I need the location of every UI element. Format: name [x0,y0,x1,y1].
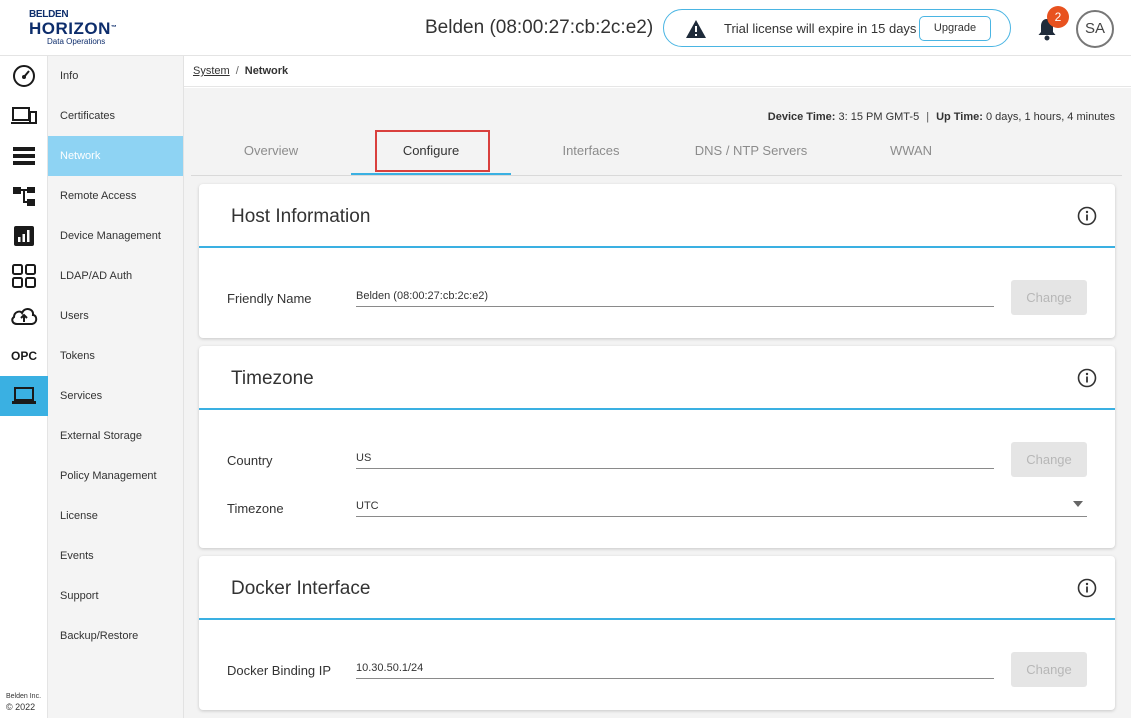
friendly-name-label: Friendly Name [227,291,312,306]
country-input[interactable]: US [356,451,994,469]
card-title: Docker Interface [231,578,371,599]
status-separator: | [926,111,930,123]
rail-devices[interactable] [0,96,48,136]
upgrade-button[interactable]: Upgrade [919,16,991,41]
breadcrumb-bar: System / Network [184,56,1131,87]
logo-product: HORIZON™ [29,20,119,37]
trial-license-banner: Trial license will expire in 15 days Upg… [663,9,1011,47]
logo-subtitle: Data Operations [47,37,106,46]
timezone-card: Timezone Country US Change Timezone UTC [199,346,1115,548]
info-icon[interactable] [1077,578,1097,598]
icon-rail: OPC Belden Inc. © 2022 [0,56,48,718]
submenu-item-external-storage[interactable]: External Storage [48,416,183,456]
card-header: Host Information [199,184,1115,248]
device-time-value: 3: 15 PM GMT-5 [838,111,920,123]
rail-system[interactable] [0,376,48,416]
submenu-item-tokens[interactable]: Tokens [48,336,183,376]
device-status-line: Device Time: 3: 15 PM GMT-5 | Up Time: 0 d… [768,111,1115,123]
up-time-value: 0 days, 1 hours, 4 minutes [985,111,1115,123]
laptop-icon [12,387,36,404]
card-header: Timezone [199,346,1115,410]
friendly-name-input[interactable]: Belden (08:00:27:cb:2c:e2) [356,289,994,307]
rail-hierarchy[interactable] [0,176,48,216]
change-friendly-name-button[interactable]: Change [1011,280,1087,315]
top-header: BELDEN HORIZON™ Data Operations Belden (… [0,0,1131,56]
docker-interface-card: Docker Interface Docker Binding IP 10.30… [199,556,1115,710]
timezone-selected-value: UTC [356,500,379,512]
submenu-item-support[interactable]: Support [48,576,183,616]
tab-overview[interactable]: Overview [191,132,351,175]
device-time-label: Device Time: [767,111,836,123]
change-docker-ip-button[interactable]: Change [1011,652,1087,687]
submenu-item-info[interactable]: Info [48,56,183,96]
card-title: Timezone [231,368,314,389]
apps-grid-icon [12,264,36,288]
docker-binding-ip-label: Docker Binding IP [227,663,332,678]
host-information-card: Host Information Friendly Name Belden (0… [199,184,1115,338]
timezone-select[interactable]: UTC [356,499,1087,517]
network-tabs: Overview Configure Interfaces DNS / NTP … [191,132,1122,176]
copyright-company: Belden Inc. [6,693,42,700]
user-avatar[interactable]: SA [1076,10,1114,48]
tab-configure[interactable]: Configure [351,132,511,175]
notification-count-badge: 2 [1047,6,1069,28]
submenu-item-services[interactable]: Services [48,376,183,416]
info-icon[interactable] [1077,368,1097,388]
belden-horizon-logo[interactable]: BELDEN HORIZON™ Data Operations [29,10,119,50]
rail-apps[interactable] [0,256,48,296]
devices-icon [11,107,37,124]
submenu-item-backup-restore[interactable]: Backup/Restore [48,616,183,656]
rail-list[interactable] [0,136,48,176]
system-submenu: Info Certificates Network Remote Access … [48,56,184,718]
breadcrumb-current: Network [244,65,289,77]
rail-opc[interactable]: OPC [0,336,48,376]
rail-cloud[interactable] [0,296,48,336]
submenu-item-certificates[interactable]: Certificates [48,96,183,136]
trial-message: Trial license will expire in 15 days [724,21,917,36]
analytics-chart-icon [14,226,34,246]
list-icon [13,147,35,165]
opc-icon: OPC [10,349,37,363]
submenu-item-network[interactable]: Network [48,136,183,176]
warning-icon [686,20,706,38]
tab-wwan[interactable]: WWAN [831,132,991,175]
cloud-upload-icon [11,308,38,325]
copyright: Belden Inc. © 2022 [6,692,41,712]
info-icon[interactable] [1077,206,1097,226]
submenu-item-device-management[interactable]: Device Management [48,216,183,256]
breadcrumb-system-link[interactable]: System [193,65,230,77]
rail-dashboard[interactable] [0,56,48,96]
submenu-item-ldap-ad-auth[interactable]: LDAP/AD Auth [48,256,183,296]
submenu-item-policy-management[interactable]: Policy Management [48,456,183,496]
country-label: Country [227,453,273,468]
dropdown-caret-icon [1073,501,1083,507]
device-title: Belden (08:00:27:cb:2c:e2) [425,17,654,38]
docker-binding-ip-input[interactable]: 10.30.50.1/24 [356,661,994,679]
card-header: Docker Interface [199,556,1115,620]
submenu-item-events[interactable]: Events [48,536,183,576]
app-page: BELDEN HORIZON™ Data Operations Belden (… [0,0,1131,718]
up-time-label: Up Time: [936,111,983,123]
change-country-button[interactable]: Change [1011,442,1087,477]
breadcrumb: System / Network [193,65,288,77]
card-title: Host Information [231,206,371,227]
logo-product-text: HORIZON [29,19,111,38]
submenu-item-license[interactable]: License [48,496,183,536]
tab-dns-ntp-servers[interactable]: DNS / NTP Servers [671,132,831,175]
submenu-item-users[interactable]: Users [48,296,183,336]
tab-interfaces[interactable]: Interfaces [511,132,671,175]
rail-analytics[interactable] [0,216,48,256]
logo-trademark: ™ [110,25,118,31]
submenu-item-remote-access[interactable]: Remote Access [48,176,183,216]
hierarchy-icon [13,187,35,206]
dashboard-gauge-icon [13,65,35,87]
copyright-year: © 2022 [6,702,36,712]
breadcrumb-separator: / [235,65,239,77]
timezone-label: Timezone [227,501,284,516]
